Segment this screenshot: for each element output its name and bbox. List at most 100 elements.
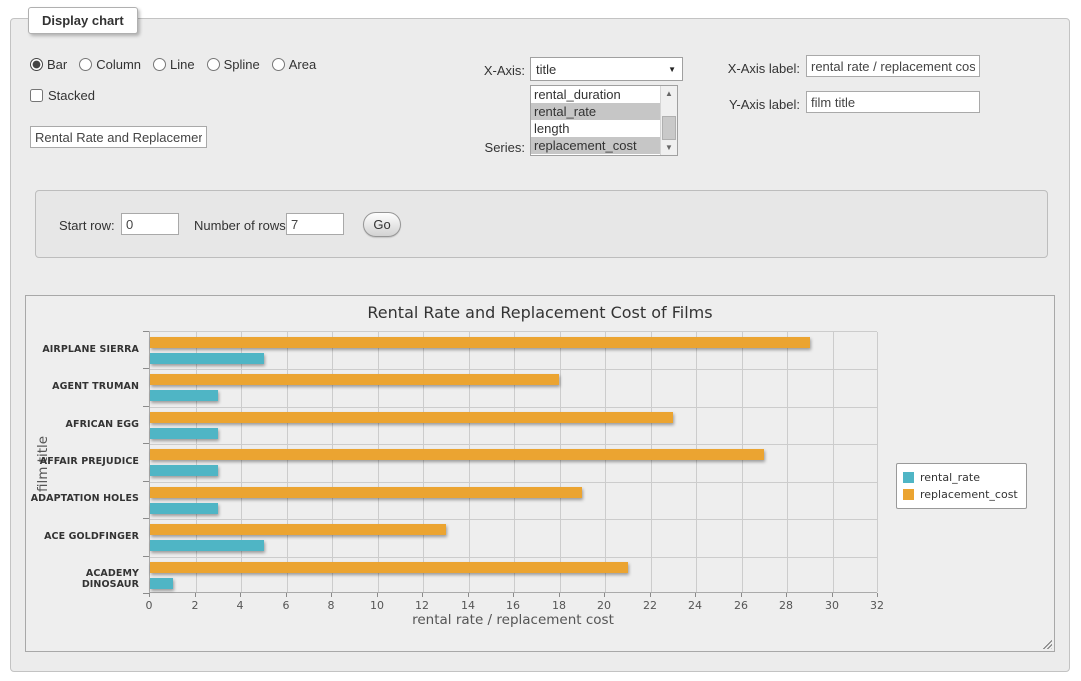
gridline-x (196, 332, 197, 592)
bar-rental_rate (150, 428, 218, 439)
chart-type-radio-area[interactable] (272, 58, 285, 71)
number-of-rows-label: Number of rows: (194, 218, 289, 233)
stacked-checkbox[interactable] (30, 89, 43, 102)
x-axis-tick-label: 30 (817, 599, 847, 612)
x-axis-tick-label: 18 (544, 599, 574, 612)
x-axis-tick (331, 593, 332, 597)
category-label: ADAPTATION HOLES (26, 493, 139, 504)
chart-type-option-column: Column (79, 57, 141, 72)
chart-type-radio-line[interactable] (153, 58, 166, 71)
legend-item-replacement_cost[interactable]: replacement_cost (903, 486, 1018, 503)
go-button[interactable]: Go (363, 212, 401, 237)
x-axis-tick-label: 12 (407, 599, 437, 612)
category-label: ACADEMY DINOSAUR (26, 568, 139, 590)
y-axis-tick (143, 518, 149, 519)
series-option-replacement_cost[interactable]: replacement_cost (531, 137, 660, 154)
resize-handle-icon[interactable] (1041, 638, 1052, 649)
chart-type-option-bar: Bar (30, 57, 67, 72)
gridline-y (150, 407, 877, 408)
y-axis-tick (143, 481, 149, 482)
chart-type-label: Bar (47, 57, 67, 72)
gridline-x (241, 332, 242, 592)
gridline-x (877, 332, 878, 592)
gridline-x (651, 332, 652, 592)
category-label: AIRPLANE SIERRA (26, 344, 139, 355)
series-option-rental_rate[interactable]: rental_rate (531, 103, 660, 120)
x-axis-select[interactable]: title ▼ (530, 57, 683, 81)
gridline-y (150, 557, 877, 558)
gridline-x (469, 332, 470, 592)
chart-type-radio-bar[interactable] (30, 58, 43, 71)
x-axis-tick (240, 593, 241, 597)
gridline-x (423, 332, 424, 592)
stacked-label: Stacked (48, 88, 95, 103)
x-axis-tick-label: 32 (862, 599, 892, 612)
chart-type-option-area: Area (272, 57, 316, 72)
chart-type-radio-column[interactable] (79, 58, 92, 71)
gridline-y (150, 444, 877, 445)
start-row-input[interactable] (121, 213, 179, 235)
bar-rental_rate (150, 503, 218, 514)
legend-item-rental_rate[interactable]: rental_rate (903, 469, 1018, 486)
start-row-label: Start row: (59, 218, 115, 233)
category-label: AGENT TRUMAN (26, 381, 139, 392)
bar-replacement_cost (150, 562, 628, 573)
chart-type-radio-spline[interactable] (207, 58, 220, 71)
category-label: AFRICAN EGG (26, 419, 139, 430)
page: Display chart BarColumnLineSplineArea St… (0, 0, 1081, 681)
gridline-y (150, 482, 877, 483)
y-axis-tick (143, 331, 149, 332)
legend-swatch-icon (903, 472, 914, 483)
x-axis-tick-label: 24 (680, 599, 710, 612)
category-label: ACE GOLDFINGER (26, 531, 139, 542)
gridline-x (514, 332, 515, 592)
series-select-label: Series: (440, 140, 525, 155)
scroll-down-icon[interactable]: ▼ (661, 140, 677, 155)
chart-title-input[interactable] (30, 126, 207, 148)
chart-container: Rental Rate and Replacement Cost of Film… (25, 295, 1055, 652)
x-axis-tick-label: 20 (589, 599, 619, 612)
x-axis-tick (559, 593, 560, 597)
bar-replacement_cost (150, 412, 673, 423)
gridline-x (605, 332, 606, 592)
x-axis-select-value: title (536, 62, 556, 77)
x-axis-tick (422, 593, 423, 597)
y-axis-tick (143, 368, 149, 369)
x-axis-tick (377, 593, 378, 597)
gridline-y (150, 519, 877, 520)
chart-type-label: Column (96, 57, 141, 72)
series-scrollbar[interactable]: ▲ ▼ (660, 86, 677, 155)
rows-panel: Start row: Number of rows: Go (35, 190, 1048, 258)
x-axis-tick-label: 0 (134, 599, 164, 612)
x-axis-tick (286, 593, 287, 597)
bar-rental_rate (150, 540, 264, 551)
series-listbox[interactable]: rental_durationrental_ratelengthreplacem… (530, 85, 678, 156)
x-axis-tick-label: 4 (225, 599, 255, 612)
scrollbar-thumb[interactable] (662, 116, 676, 140)
series-options: rental_durationrental_ratelengthreplacem… (531, 86, 660, 154)
series-option-length[interactable]: length (531, 120, 660, 137)
y-axis-label-field-label: Y-Axis label: (715, 97, 800, 112)
number-of-rows-input[interactable] (286, 213, 344, 235)
chevron-down-icon: ▼ (668, 65, 676, 74)
gridline-x (560, 332, 561, 592)
bar-rental_rate (150, 353, 264, 364)
x-axis-tick (468, 593, 469, 597)
gridline-x (742, 332, 743, 592)
y-axis-label-input[interactable] (806, 91, 980, 113)
bar-rental_rate (150, 578, 173, 589)
bar-replacement_cost (150, 337, 810, 348)
chart-title: Rental Rate and Replacement Cost of Film… (26, 303, 1054, 322)
x-axis-tick (149, 593, 150, 597)
series-option-rental_duration[interactable]: rental_duration (531, 86, 660, 103)
x-axis-tick-label: 10 (362, 599, 392, 612)
bar-rental_rate (150, 465, 218, 476)
scroll-up-icon[interactable]: ▲ (661, 86, 677, 101)
x-axis-tick-label: 8 (316, 599, 346, 612)
x-axis-tick-label: 22 (635, 599, 665, 612)
x-axis-tick (877, 593, 878, 597)
x-axis-label-input[interactable] (806, 55, 980, 77)
x-axis-tick (695, 593, 696, 597)
x-axis-tick-label: 28 (771, 599, 801, 612)
legend-label: rental_rate (920, 471, 980, 484)
